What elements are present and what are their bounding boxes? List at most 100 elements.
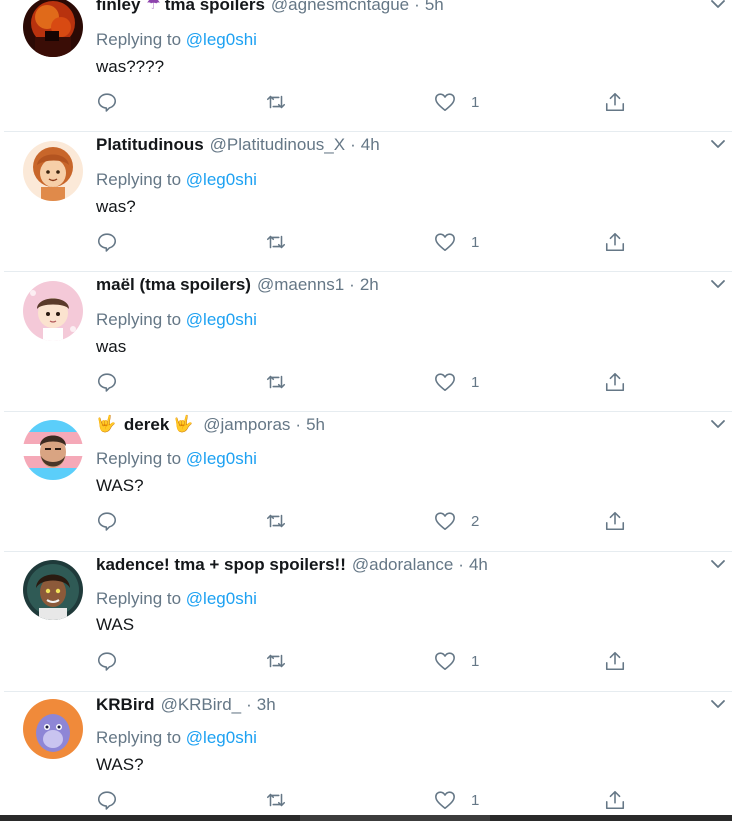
reply-button[interactable] — [96, 229, 118, 255]
replying-prefix: Replying to — [96, 170, 182, 189]
share-icon — [605, 372, 625, 392]
heart-icon — [435, 373, 455, 392]
like-button[interactable]: 1 — [434, 89, 479, 115]
avatar[interactable] — [23, 699, 83, 759]
user-handle[interactable]: @maenns1 — [257, 274, 344, 296]
tweet[interactable]: KRBird @KRBird_ · 3h Replying to @leg0sh… — [0, 692, 732, 815]
like-button[interactable]: 1 — [434, 648, 479, 674]
like-button[interactable]: 2 — [434, 508, 479, 534]
chevron-down-icon — [711, 560, 725, 568]
mention-link[interactable]: @leg0shi — [186, 449, 257, 468]
reply-button[interactable] — [96, 787, 118, 813]
retweet-icon — [266, 375, 286, 389]
share-button[interactable] — [604, 508, 626, 534]
user-handle[interactable]: @jamporas — [203, 414, 290, 436]
tweet-header: KRBird @KRBird_ · 3h — [96, 694, 692, 716]
avatar[interactable] — [23, 141, 83, 201]
reply-button[interactable] — [96, 648, 118, 674]
tweet-text: WAS — [96, 615, 135, 634]
display-name-suffix[interactable]: tma spoilers — [165, 0, 265, 16]
umbrella-icon: ☂ — [146, 0, 161, 13]
tweet[interactable]: 🤟 derek 🤟 @jamporas · 5h Replying to @le… — [0, 412, 732, 552]
retweet-icon — [266, 235, 286, 249]
like-count: 1 — [471, 233, 480, 251]
tweet-menu-button[interactable] — [708, 0, 728, 14]
display-name[interactable]: KRBird — [96, 694, 155, 716]
share-button[interactable] — [604, 89, 626, 115]
reply-button[interactable] — [96, 508, 118, 534]
replying-to: Replying to @leg0shi — [96, 448, 257, 470]
chevron-down-icon — [711, 420, 725, 428]
display-name[interactable]: derek — [124, 414, 169, 436]
mention-link[interactable]: @leg0shi — [186, 728, 257, 747]
separator-dot: · — [349, 275, 355, 294]
avatar[interactable] — [23, 560, 83, 620]
share-icon — [605, 651, 625, 671]
tweet-menu-button[interactable] — [708, 414, 728, 434]
like-button[interactable]: 1 — [434, 229, 479, 255]
share-button[interactable] — [604, 787, 626, 813]
replying-to: Replying to @leg0shi — [96, 727, 257, 749]
tweet-menu-button[interactable] — [708, 274, 728, 294]
display-name[interactable]: finley — [96, 0, 140, 16]
avatar[interactable] — [23, 420, 83, 480]
tweet-menu-button[interactable] — [708, 134, 728, 154]
share-button[interactable] — [604, 648, 626, 674]
retweet-button[interactable] — [265, 648, 287, 674]
user-handle[interactable]: @Platitudinous_X — [210, 134, 345, 156]
like-button[interactable]: 1 — [434, 369, 479, 395]
retweet-button[interactable] — [265, 369, 287, 395]
tweet-text: was? — [96, 197, 136, 216]
timestamp[interactable]: 5h — [306, 414, 325, 436]
replying-to: Replying to @leg0shi — [96, 309, 257, 331]
mention-link[interactable]: @leg0shi — [186, 589, 257, 608]
tweet-menu-button[interactable] — [708, 554, 728, 574]
reply-button[interactable] — [96, 89, 118, 115]
like-count: 1 — [471, 93, 480, 111]
retweet-icon — [266, 654, 286, 668]
user-handle[interactable]: @KRBird_ — [161, 694, 242, 716]
share-button[interactable] — [604, 229, 626, 255]
avatar[interactable] — [23, 0, 83, 57]
tweet[interactable]: maël (tma spoilers) @maenns1 · 2h Replyi… — [0, 272, 732, 412]
avatar-image — [23, 420, 83, 480]
like-button[interactable]: 1 — [434, 787, 479, 813]
retweet-button[interactable] — [265, 787, 287, 813]
retweet-button[interactable] — [265, 229, 287, 255]
like-count: 1 — [471, 791, 480, 809]
heart-icon — [435, 233, 455, 252]
timestamp[interactable]: 2h — [360, 274, 379, 296]
timestamp[interactable]: 4h — [469, 554, 488, 576]
mention-link[interactable]: @leg0shi — [186, 170, 257, 189]
chevron-down-icon — [711, 280, 725, 288]
retweet-button[interactable] — [265, 508, 287, 534]
avatar[interactable] — [23, 281, 83, 341]
user-handle[interactable]: @agnesmcntague — [271, 0, 409, 16]
share-icon — [605, 790, 625, 810]
timestamp[interactable]: 5h — [425, 0, 444, 16]
tweet-actions: 1 — [0, 89, 732, 115]
share-button[interactable] — [604, 369, 626, 395]
mention-link[interactable]: @leg0shi — [186, 30, 257, 49]
timestamp[interactable]: 3h — [257, 694, 276, 716]
retweet-button[interactable] — [265, 89, 287, 115]
separator-dot: · — [458, 555, 464, 574]
retweet-icon — [266, 95, 286, 109]
retweet-icon — [266, 793, 286, 807]
mention-link[interactable]: @leg0shi — [186, 310, 257, 329]
avatar-image — [23, 281, 83, 341]
reply-button[interactable] — [96, 369, 118, 395]
display-name[interactable]: Platitudinous — [96, 134, 204, 156]
tweet-menu-button[interactable] — [708, 694, 728, 714]
heart-icon — [435, 652, 455, 671]
chevron-down-icon — [711, 700, 725, 708]
user-handle[interactable]: @adoralance — [352, 554, 453, 576]
separator-dot: · — [295, 415, 302, 434]
avatar-image — [23, 560, 83, 620]
tweet[interactable]: finley ☂ tma spoilers @agnesmcntague · 5… — [0, 0, 732, 132]
tweet[interactable]: kadence! tma + spop spoilers!! @adoralan… — [0, 552, 732, 692]
tweet[interactable]: Platitudinous @Platitudinous_X · 4h Repl… — [0, 132, 732, 272]
display-name[interactable]: kadence! tma + spop spoilers!! — [96, 554, 346, 576]
timestamp[interactable]: 4h — [361, 134, 380, 156]
display-name[interactable]: maël (tma spoilers) — [96, 274, 251, 296]
